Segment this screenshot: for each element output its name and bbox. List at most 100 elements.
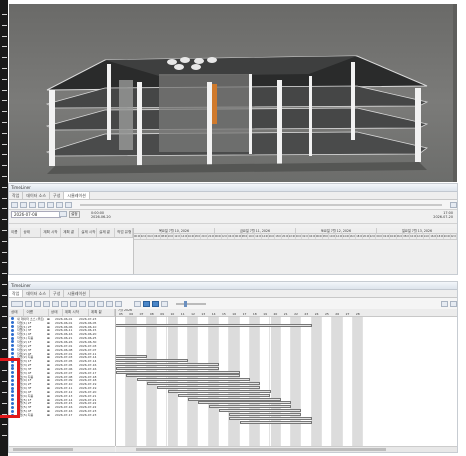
col-planned-start[interactable]: 계획 시작 — [63, 309, 89, 316]
step-back-button[interactable] — [20, 201, 27, 208]
active-checkbox[interactable] — [11, 352, 14, 356]
outdent-button[interactable] — [97, 300, 104, 307]
task-bar[interactable] — [198, 401, 292, 405]
tab-tasks[interactable]: 작업 — [9, 290, 24, 297]
date-input[interactable]: 2026-07-08 — [11, 211, 61, 218]
settings-button[interactable] — [450, 201, 457, 208]
dock-tick — [2, 294, 7, 296]
building-model-render — [45, 55, 429, 174]
link-button[interactable] — [106, 300, 113, 307]
fast-forward-button[interactable] — [65, 201, 72, 208]
task-bar[interactable] — [229, 416, 312, 420]
tab-simulate[interactable]: 시뮬레이션 — [64, 192, 90, 199]
dock-tick — [2, 424, 7, 426]
auto-add-button[interactable] — [25, 300, 32, 307]
play-button[interactable] — [47, 201, 54, 208]
sim-col-actual-end[interactable]: 실제 끝 — [97, 228, 116, 237]
calendar-icon[interactable] — [59, 211, 67, 217]
task-bar[interactable] — [188, 397, 281, 401]
hour-label: 22:00 — [288, 234, 296, 239]
zoom-slider[interactable] — [176, 300, 206, 307]
columns-button[interactable] — [79, 300, 86, 307]
task-bar[interactable] — [208, 405, 292, 409]
task-bar[interactable] — [116, 355, 147, 359]
day-label: 26 — [335, 311, 340, 316]
task-bar[interactable] — [167, 389, 271, 393]
indent-button[interactable] — [88, 300, 95, 307]
3d-viewport[interactable] — [9, 4, 457, 182]
dock-tick — [2, 24, 7, 26]
col-status[interactable]: 상태 — [49, 309, 63, 316]
play-reverse-button[interactable] — [29, 201, 36, 208]
dock-tick — [2, 186, 7, 188]
day-label: 16 — [232, 311, 237, 316]
task-bar[interactable] — [157, 386, 261, 389]
attach-button[interactable] — [43, 300, 50, 307]
task-bar[interactable] — [177, 393, 271, 397]
task-bar[interactable] — [116, 362, 219, 366]
viewport-scrollbar[interactable] — [453, 4, 457, 182]
task-bar[interactable] — [116, 366, 219, 370]
hour-header: 00:00 02:00 04:00 06:00 08:00 10:00 12:00 14:00… — [134, 234, 458, 240]
tab-data-sources[interactable]: 데이터 소스 — [23, 192, 51, 199]
filter-button[interactable] — [61, 300, 68, 307]
col-active[interactable]: 상태 — [9, 309, 25, 316]
zoom-button[interactable] — [161, 300, 168, 307]
task-bar[interactable] — [219, 409, 302, 413]
stop-button[interactable] — [38, 201, 45, 208]
task-bar[interactable] — [136, 378, 250, 382]
planned-view-button[interactable] — [143, 300, 150, 307]
day-label: 20 — [273, 311, 278, 316]
simulation-slider[interactable] — [80, 203, 442, 206]
col-name[interactable]: 이름 — [24, 309, 49, 316]
tab-simulate[interactable]: 시뮬레이션 — [64, 290, 90, 297]
step-forward-button[interactable] — [56, 201, 63, 208]
task-bar[interactable] — [146, 382, 261, 386]
period-label: 일요일 7월 13, 2026 — [402, 229, 432, 233]
task-bar[interactable] — [116, 359, 189, 363]
task-grid-scrollbar[interactable] — [9, 446, 115, 452]
active-checkbox[interactable] — [11, 328, 14, 332]
hour-label: 16:00 — [430, 234, 438, 239]
hour-label: 04:00 — [228, 234, 236, 239]
actual-view-button[interactable] — [152, 300, 159, 307]
tab-data-sources[interactable]: 데이터 소스 — [23, 290, 51, 297]
task-bar[interactable] — [126, 374, 240, 378]
gantt-view-icon[interactable] — [134, 300, 141, 307]
dock-tick — [2, 35, 7, 37]
tab-configure[interactable]: 구성 — [50, 192, 65, 199]
task-bar[interactable] — [116, 324, 312, 328]
unlink-button[interactable] — [115, 300, 122, 307]
tab-tasks[interactable]: 작업 — [9, 192, 24, 199]
sim-col-status[interactable]: 상태 — [21, 228, 42, 237]
delete-task-button[interactable] — [34, 300, 41, 307]
sim-col-task-type[interactable]: 작업 유형 — [115, 228, 134, 237]
timeliner-simulation-panel: TimeLiner 작업 데이터 소스 구성 시뮬레이션 2026-07-08 … — [8, 183, 458, 275]
export-button[interactable] — [70, 300, 77, 307]
col-planned-end[interactable]: 계획 끝 — [89, 309, 115, 316]
day-label: 06 — [129, 311, 134, 316]
hour-label: 22:00 — [450, 234, 458, 239]
hour-label: 06:00 — [154, 234, 161, 239]
add-task-button[interactable] — [11, 300, 23, 307]
task-bar[interactable] — [229, 412, 302, 416]
tab-configure[interactable]: 구성 — [50, 290, 65, 297]
sim-col-actual-start[interactable]: 실제 시작 — [79, 228, 98, 237]
active-checkbox[interactable] — [11, 336, 14, 340]
rewind-button[interactable] — [11, 201, 18, 208]
sim-col-planned-start[interactable]: 계획 시작 — [41, 228, 62, 237]
task-bar[interactable] — [116, 370, 240, 374]
task-row[interactable]: 작업(5) 지붕 ▬ 2026-07-17 2026-07-23 — [9, 413, 115, 417]
task-bar[interactable] — [239, 420, 312, 424]
set-button[interactable]: 설정 — [69, 211, 80, 218]
dock-tick — [2, 78, 7, 80]
active-checkbox[interactable] — [11, 332, 14, 336]
dock-tick — [2, 165, 7, 167]
sim-col-name[interactable]: 이름 — [9, 228, 22, 237]
day-column — [343, 317, 353, 446]
help-icon[interactable] — [441, 300, 448, 307]
gantt-scrollbar[interactable] — [116, 446, 457, 452]
rules-button[interactable] — [52, 300, 59, 307]
options-icon[interactable] — [450, 300, 457, 307]
sim-col-planned-end[interactable]: 계획 끝 — [61, 228, 80, 237]
